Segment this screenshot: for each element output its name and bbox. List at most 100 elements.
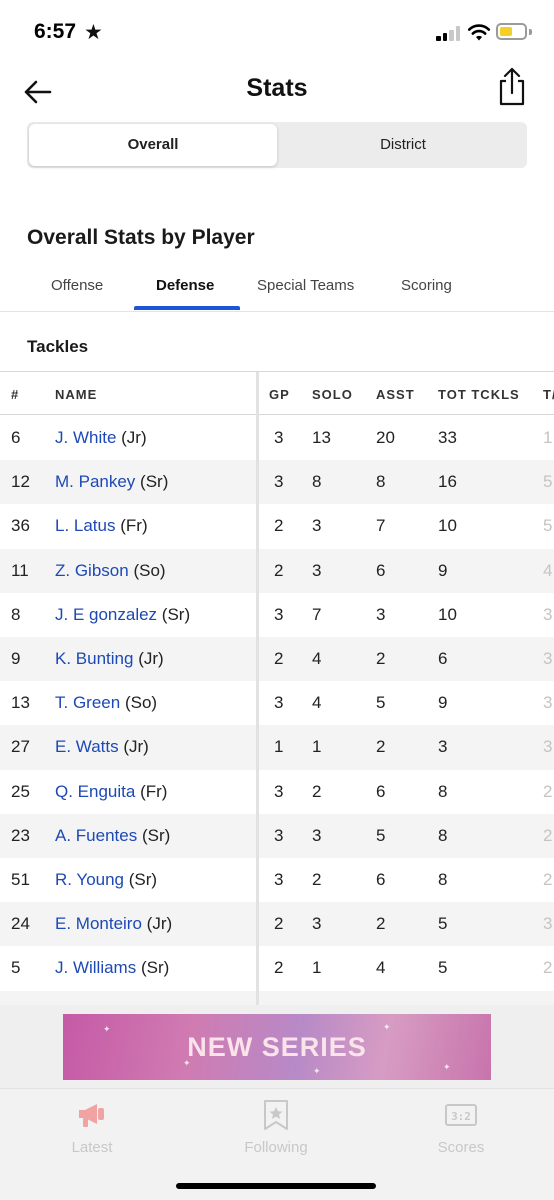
player-name-link[interactable]: J. White (Jr): [55, 428, 147, 448]
player-year: (Sr): [140, 472, 169, 492]
tackles-table[interactable]: # NAME GP SOLO ASST TOT TCKLS T/ 6313203…: [0, 371, 554, 1005]
ad-banner[interactable]: ✦ ✦ ✦ ✦ ✦ NEW SERIES: [63, 1014, 491, 1080]
tab-offense[interactable]: Offense: [51, 277, 103, 294]
table-row: 13 3 4 5 9 3 T. Green (So): [0, 681, 554, 725]
cell-num: 23: [11, 825, 30, 845]
cell-tot: 33: [438, 428, 457, 447]
cell-tot: 5: [438, 914, 448, 934]
player-name[interactable]: Z. Gibson: [55, 561, 129, 580]
cell-tot: 9: [438, 693, 448, 713]
cell-gp: 2: [274, 914, 284, 934]
player-year: (Jr): [146, 914, 173, 934]
cell-tot: 3: [438, 737, 448, 757]
cell-solo: 1: [312, 958, 322, 978]
player-name[interactable]: Q. Enguita: [55, 782, 135, 801]
cell-tot: 16: [438, 472, 457, 492]
tab-defense[interactable]: Defense: [156, 277, 214, 294]
player-name[interactable]: M. Pankey: [55, 472, 135, 491]
player-name-link[interactable]: E. Watts (Jr): [55, 737, 149, 757]
tabbar-latest-label: Latest: [71, 1139, 113, 1156]
cell-asst: 4: [376, 958, 386, 978]
cell-solo: 3: [312, 825, 322, 845]
player-name[interactable]: E. Monteiro: [55, 914, 142, 933]
cell-clipped: 3: [543, 649, 553, 668]
cell-tot: 8: [438, 825, 448, 845]
cell-solo: 4: [312, 693, 322, 713]
header-num: #: [11, 387, 20, 402]
header-name[interactable]: NAME: [55, 387, 97, 402]
cell-gp: 2: [274, 649, 284, 668]
column-divider: [256, 372, 259, 1005]
player-name[interactable]: K. Bunting: [55, 649, 133, 668]
table-row: 8 3 7 3 10 3 J. E gonzalez (Sr): [0, 593, 554, 637]
segment-overall[interactable]: Overall: [29, 124, 277, 166]
tabbar-scores-label: Scores: [437, 1139, 485, 1156]
share-icon[interactable]: [494, 66, 530, 108]
player-name-link[interactable]: Q. Enguita (Fr): [55, 782, 167, 802]
tabbar-scores[interactable]: 3:2 Scores: [396, 1099, 526, 1156]
segment-district[interactable]: District: [279, 122, 527, 168]
cell-num: 11: [11, 560, 29, 580]
player-name-link[interactable]: J. Williams (Sr): [55, 958, 169, 978]
player-name[interactable]: A. Fuentes: [55, 826, 137, 845]
player-name[interactable]: J. E gonzalez: [55, 605, 157, 624]
player-name[interactable]: T. Green: [55, 693, 120, 712]
star-icon: ★: [84, 21, 103, 44]
cell-solo: 1: [312, 737, 322, 757]
player-name[interactable]: L. Latus: [55, 516, 116, 535]
player-name-link[interactable]: M. Pankey (Sr): [55, 472, 168, 492]
page-title: Stats: [246, 74, 308, 102]
svg-text:3:2: 3:2: [451, 1110, 471, 1123]
cell-clipped: 1: [543, 428, 553, 447]
player-name-link[interactable]: A. Fuentes (Sr): [55, 826, 170, 846]
segmented-control: Overall District: [27, 122, 527, 168]
tabbar-following[interactable]: Following: [211, 1099, 341, 1156]
cell-clipped: 3: [543, 604, 553, 624]
cell-solo: 3: [312, 914, 322, 934]
tab-scoring[interactable]: Scoring: [401, 277, 452, 294]
tab-special-teams[interactable]: Special Teams: [257, 277, 354, 294]
cell-solo: 4: [312, 649, 322, 668]
status-bar: 6:57 ★: [0, 0, 554, 66]
battery-icon: [496, 23, 527, 40]
header-tot-tckls[interactable]: TOT TCKLS: [438, 387, 520, 402]
cell-gp: 2: [274, 958, 284, 978]
player-name-link[interactable]: J. E gonzalez (Sr): [55, 605, 190, 625]
player-name-link[interactable]: E. Monteiro (Jr): [55, 914, 172, 934]
cell-signal-icon: [436, 25, 462, 41]
cell-num: 51: [11, 870, 30, 889]
ad-zone: ✦ ✦ ✦ ✦ ✦ NEW SERIES: [0, 1005, 554, 1088]
cell-solo: 8: [312, 472, 322, 492]
player-name-link[interactable]: K. Bunting (Jr): [55, 649, 164, 669]
player-year: (So): [133, 560, 166, 580]
player-name[interactable]: J. Williams: [55, 958, 136, 977]
cell-asst: 8: [376, 472, 386, 492]
cell-gp: 2: [274, 516, 284, 536]
header-asst[interactable]: ASST: [376, 387, 415, 402]
cell-tot: 5: [438, 958, 448, 978]
cell-clipped: 4: [543, 560, 553, 580]
cell-num: 27: [11, 737, 30, 757]
megaphone-icon: [79, 1104, 104, 1127]
player-name-link[interactable]: R. Young (Sr): [55, 870, 157, 890]
player-name-link[interactable]: T. Green (So): [55, 693, 157, 713]
table-row: 24 2 3 2 5 3 E. Monteiro (Jr): [0, 902, 554, 947]
tabbar-latest[interactable]: Latest: [27, 1099, 157, 1156]
cell-num: 36: [11, 516, 30, 536]
cell-tot: 8: [438, 781, 448, 801]
header-gp[interactable]: GP: [269, 387, 290, 402]
header-clipped[interactable]: T/: [543, 387, 554, 402]
player-year: (Sr): [140, 958, 170, 978]
cell-num: 24: [11, 914, 30, 934]
player-name[interactable]: R. Young: [55, 870, 124, 889]
header-solo[interactable]: SOLO: [312, 387, 353, 402]
cell-clipped: 2: [543, 958, 553, 978]
player-year: (Jr): [138, 649, 164, 668]
cell-solo: 7: [312, 604, 322, 624]
player-name[interactable]: E. Watts: [55, 737, 119, 756]
player-name-link[interactable]: Z. Gibson (So): [55, 561, 166, 581]
player-name[interactable]: J. White: [55, 428, 116, 447]
player-name-link[interactable]: L. Latus (Fr): [55, 516, 148, 536]
cell-asst: 2: [376, 649, 386, 668]
cell-num: 9: [11, 649, 21, 668]
